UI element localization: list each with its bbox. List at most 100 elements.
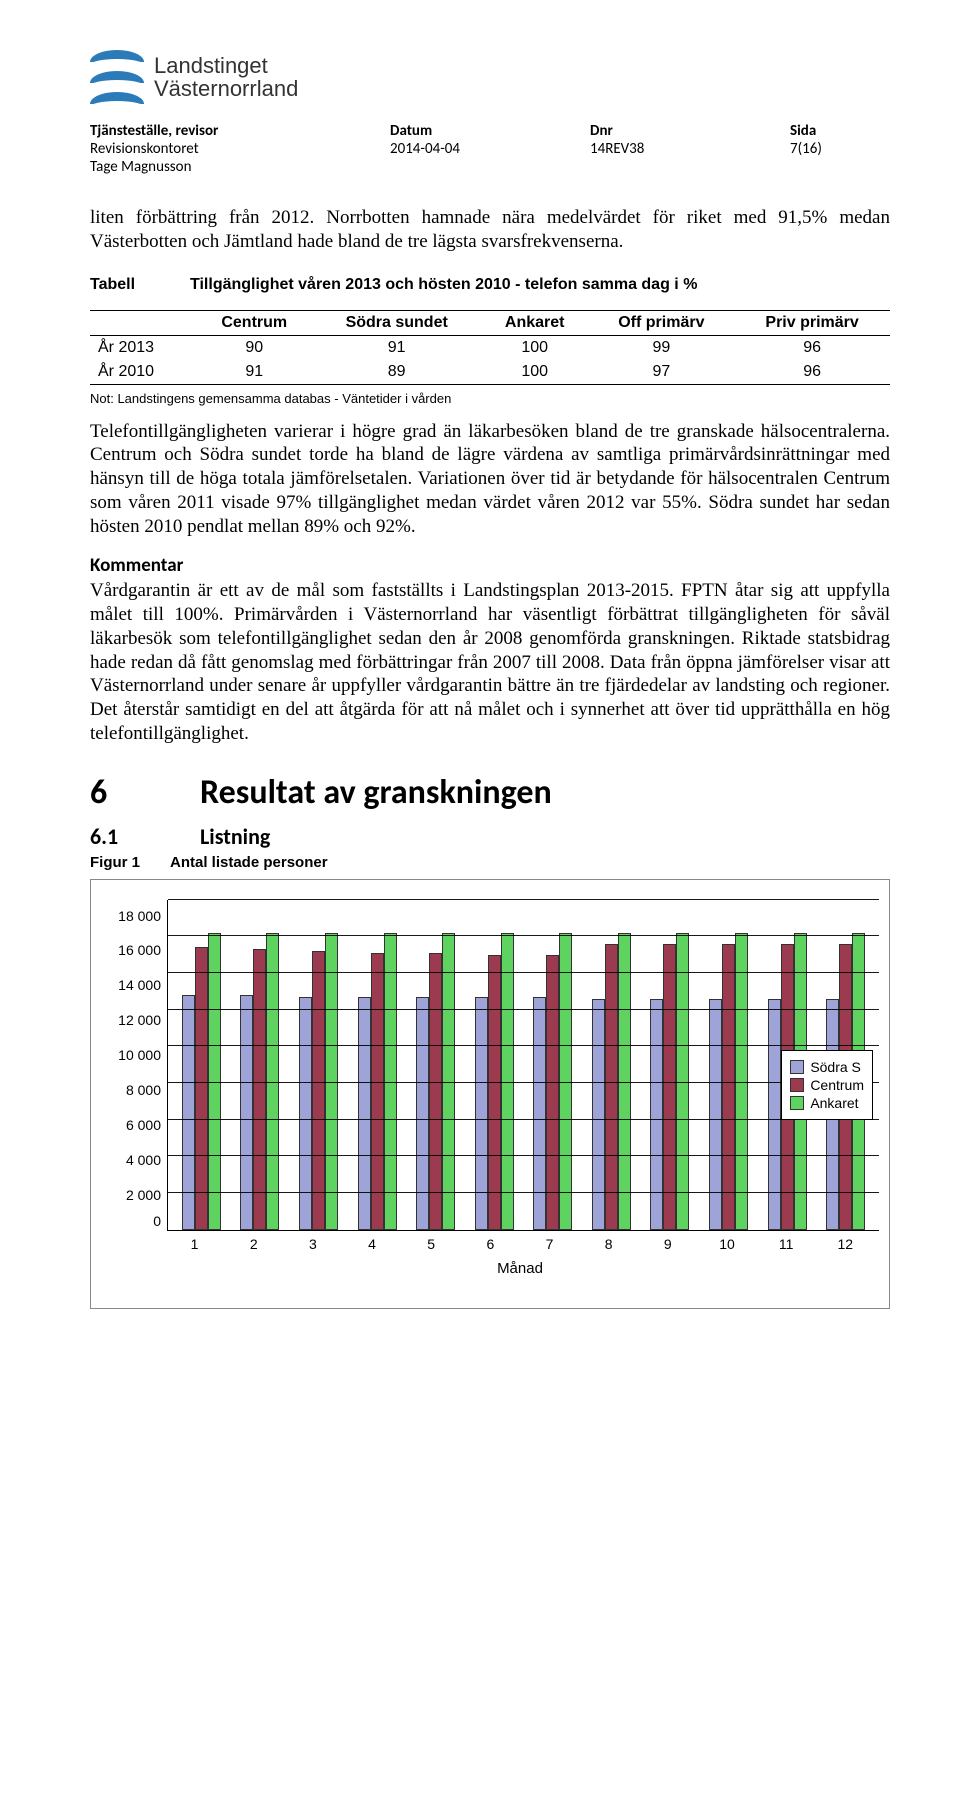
x-tick-label: 2 [233,1236,275,1252]
gridline [168,1119,879,1120]
meta-date: 2014-04-04 [390,140,590,176]
x-tick-label: 11 [765,1236,807,1252]
bar [312,951,325,1230]
y-tick-label: 18 000 [118,908,161,924]
legend-item: Ankaret [790,1095,864,1111]
figure-title: Antal listade personer [170,854,328,871]
gridline [168,1192,879,1193]
legend-label: Centrum [810,1077,864,1093]
bar [592,999,605,1230]
bar [533,997,546,1230]
bar [709,999,722,1230]
logo-text-line2: Västernorrland [154,77,298,100]
intro-paragraph: liten förbättring från 2012. Norrbotten … [90,206,890,254]
meta-head-date: Datum [390,122,590,140]
y-tick-label: 2 000 [126,1187,161,1203]
x-tick-label: 1 [174,1236,216,1252]
bar [195,947,208,1229]
figure-label: Figur 1 [90,854,170,871]
y-tick-label: 8 000 [126,1082,161,1098]
paragraph-1: Telefontillgängligheten varierar i högre… [90,420,890,539]
bar-chart: 18 00016 00014 00012 00010 0008 0006 000… [90,879,890,1309]
bar [488,955,501,1230]
x-tick-label: 9 [647,1236,689,1252]
section-title: Resultat av granskningen [200,772,552,813]
x-tick-label: 8 [588,1236,630,1252]
kommentar-heading: Kommentar [90,554,890,577]
legend-swatch [790,1096,804,1110]
bar [475,997,488,1230]
legend-item: Centrum [790,1077,864,1093]
bar [429,953,442,1230]
logo-text-line1: Landstinget [154,54,298,77]
subsection-title: Listning [200,823,270,850]
meta-author: Tage Magnusson [90,158,390,176]
table-note: Not: Landstingens gemensamma databas - V… [90,391,890,406]
bar [299,997,312,1230]
x-axis-title: Månad [161,1260,879,1277]
th-priv: Priv primärv [734,310,890,335]
x-tick-label: 5 [410,1236,452,1252]
gridline [168,1155,879,1156]
meta-page: 7(16) [790,140,890,176]
gridline [168,935,879,936]
bar [663,944,676,1230]
bar [650,999,663,1230]
x-tick-label: 4 [351,1236,393,1252]
gridline [168,899,879,900]
th-sodra: Södra sundet [312,310,480,335]
bar [722,944,735,1230]
plot-area [167,900,879,1231]
legend-swatch [790,1078,804,1092]
gridline [168,1009,879,1010]
gridline [168,1045,879,1046]
legend-swatch [790,1060,804,1074]
th-ankaret: Ankaret [481,310,589,335]
section-number: 6 [90,772,200,813]
subsection-number: 6.1 [90,823,200,850]
x-tick-label: 3 [292,1236,334,1252]
y-axis: 18 000 16 000 14 000 12 000 10 000 8 000 6 000… [101,900,167,1230]
x-tick-label: 6 [469,1236,511,1252]
y-tick-label: 4 000 [126,1152,161,1168]
table-row: År 2013 90 91 100 99 96 [90,335,890,360]
y-tick-label: 12 000 [118,1012,161,1028]
x-axis-labels: 123456789101112 [161,1230,879,1252]
availability-table: Centrum Södra sundet Ankaret Off primärv… [90,310,890,385]
bar [371,953,384,1230]
gridline [168,972,879,973]
org-logo-block: Landstinget Västernorrland [90,50,890,104]
legend-label: Södra S [810,1059,861,1075]
tabell-label: Tabell [90,276,190,294]
th-blank [90,310,196,335]
legend-item: Södra S [790,1059,864,1075]
bar [253,949,266,1230]
legend-label: Ankaret [810,1095,858,1111]
meta-dnr: 14REV38 [590,140,790,176]
paragraph-2: Vårdgarantin är ett av de mål som fastst… [90,579,890,745]
bar [416,997,429,1230]
x-tick-label: 10 [706,1236,748,1252]
x-tick-label: 12 [824,1236,866,1252]
meta-head-office: Tjänsteställe, revisor [90,122,390,140]
y-tick-label: 10 000 [118,1047,161,1063]
bar [768,999,781,1230]
table-row: År 2010 91 89 100 97 96 [90,360,890,385]
y-tick-label: 6 000 [126,1117,161,1133]
meta-head-dnr: Dnr [590,122,790,140]
y-tick-label: 14 000 [118,977,161,993]
bar [546,955,559,1230]
bar [240,995,253,1230]
bar [605,944,618,1230]
chart-legend: Södra S Centrum Ankaret [781,1050,873,1120]
wave-logo-icon [90,50,144,104]
meta-office: Revisionskontoret [90,140,390,158]
x-tick-label: 7 [529,1236,571,1252]
bar [182,995,195,1230]
y-tick-label: 16 000 [118,942,161,958]
th-off: Off primärv [589,310,735,335]
th-centrum: Centrum [196,310,312,335]
tabell-title: Tillgänglighet våren 2013 och hösten 201… [190,276,697,294]
gridline [168,1082,879,1083]
y-tick-label: 0 [153,1213,161,1229]
